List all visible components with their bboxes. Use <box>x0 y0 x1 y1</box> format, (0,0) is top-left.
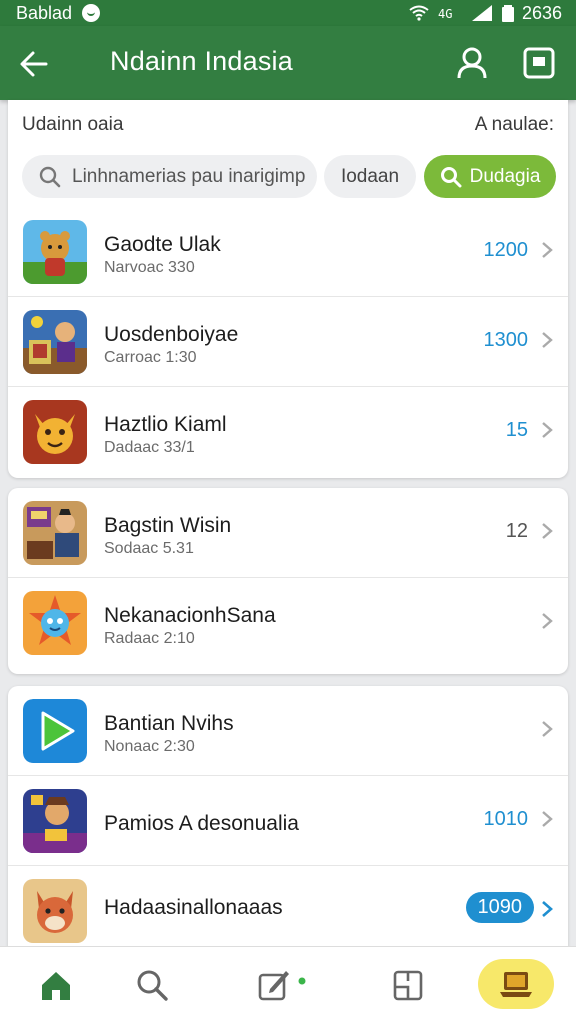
home-icon <box>42 972 70 1000</box>
item-subtitle: Sodaac 5.31 <box>104 540 194 557</box>
window-icon[interactable] <box>522 46 556 80</box>
item-value-badge: 1090 <box>465 892 534 923</box>
results-panel: Bantian Nvihs Nonaac 2:30 Pamios A deson… <box>8 686 568 948</box>
chevron-right-icon <box>542 901 553 917</box>
laptop-icon <box>500 972 532 997</box>
today-filter-button[interactable]: Iodaan <box>324 155 416 198</box>
battle-game-icon <box>23 310 87 374</box>
data-icon: 4G <box>438 7 452 21</box>
item-subtitle: Carroac 1:30 <box>104 349 197 366</box>
chevron-right-icon <box>542 242 553 258</box>
notification-dot-icon <box>298 977 306 985</box>
search-input[interactable]: Linhnamerias pau inarigimp <box>22 155 317 198</box>
bird-star-icon <box>23 591 87 655</box>
item-value: 1300 <box>483 329 529 351</box>
book-icon <box>393 970 423 1001</box>
list-item[interactable]: Gaodte Ulak Narvoac 330 1200 <box>8 207 568 297</box>
chevron-right-icon <box>542 422 553 438</box>
list-item[interactable]: NekanacionhSana Radaac 2:10 <box>8 578 568 668</box>
status-time: 2636 <box>521 2 562 23</box>
item-subtitle: Radaac 2:10 <box>104 630 195 647</box>
item-subtitle: Narvoac 330 <box>104 259 195 276</box>
list-item[interactable]: Bagstin Wisin Sodaac 5.31 12 <box>8 488 568 578</box>
play-icon <box>23 699 87 763</box>
item-name: Gaodte Ulak <box>104 233 221 256</box>
status-app-text: Bablad <box>16 2 73 23</box>
chevron-right-icon <box>542 523 553 539</box>
chevron-right-icon <box>542 332 553 348</box>
nav-library[interactable] <box>478 959 554 1009</box>
search-icon <box>440 166 462 187</box>
nav-search[interactable] <box>130 963 174 1007</box>
list-item[interactable]: Hadaasinallonaaas 1090 <box>8 866 568 948</box>
item-name: Hadaasinallonaaas <box>104 896 283 919</box>
list-item[interactable]: Bantian Nvihs Nonaac 2:30 <box>8 686 568 776</box>
item-name: Uosdenboiyae <box>104 323 239 346</box>
svg-text:4G: 4G <box>438 7 452 21</box>
item-name: Bantian Nvihs <box>104 712 234 735</box>
item-name: NekanacionhSana <box>104 604 276 627</box>
list-item[interactable]: Uosdenboiyae Carroac 1:30 1300 <box>8 297 568 387</box>
signal-icon <box>471 5 492 21</box>
app-bar: Ndainn Indasia <box>0 26 576 100</box>
item-name: Haztlio Kiaml <box>104 413 227 436</box>
bear-game-icon <box>23 220 87 284</box>
battery-icon <box>501 5 514 22</box>
results-panel: Udainn oaia A naulae: Linhnamerias pau i… <box>8 100 568 478</box>
nav-book[interactable] <box>386 963 430 1007</box>
chevron-right-icon <box>542 613 553 629</box>
header-right-label[interactable]: A naulae: <box>475 114 554 136</box>
nav-edit[interactable] <box>252 963 296 1007</box>
search-placeholder: Linhnamerias pau inarigimp <box>72 165 306 187</box>
search-icon <box>137 970 168 1001</box>
search-go-button[interactable]: Dudagia <box>424 155 556 198</box>
item-value: 15 <box>505 419 528 441</box>
back-arrow-icon[interactable] <box>18 48 50 80</box>
nav-home[interactable] <box>34 963 78 1007</box>
item-name: Bagstin Wisin <box>104 514 232 537</box>
item-value: 1200 <box>483 239 529 261</box>
list-item[interactable]: Haztlio Kiaml Dadaac 33/1 15 <box>8 387 568 478</box>
fox-game-icon <box>23 879 87 943</box>
item-subtitle: Dadaac 33/1 <box>104 439 195 456</box>
results-panel: Bagstin Wisin Sodaac 5.31 12 Nekanacionh… <box>8 488 568 674</box>
pirate-game-icon <box>23 501 87 565</box>
list-item[interactable]: Pamios A desonualia 1010 <box>8 776 568 866</box>
cat-face-icon <box>23 400 87 464</box>
user-icon[interactable] <box>456 46 488 80</box>
chevron-right-icon <box>542 721 553 737</box>
chevron-right-icon <box>542 811 553 827</box>
search-go-label: Dudagia <box>469 165 541 187</box>
search-icon <box>39 166 61 187</box>
item-value: 1010 <box>483 808 529 830</box>
item-value: 12 <box>505 520 528 542</box>
item-subtitle: Nonaac 2:30 <box>104 738 195 755</box>
item-name: Pamios A desonualia <box>104 812 299 835</box>
page-title: Ndainn Indasia <box>110 46 293 76</box>
hero-game-icon <box>23 789 87 853</box>
header-left-label: Udainn oaia <box>22 114 124 135</box>
bottom-nav <box>0 946 576 1024</box>
status-bar: Bablad 4G 2636 <box>0 0 576 26</box>
smiley-icon <box>82 4 101 22</box>
wifi-icon <box>409 5 429 21</box>
edit-icon <box>258 971 289 1001</box>
